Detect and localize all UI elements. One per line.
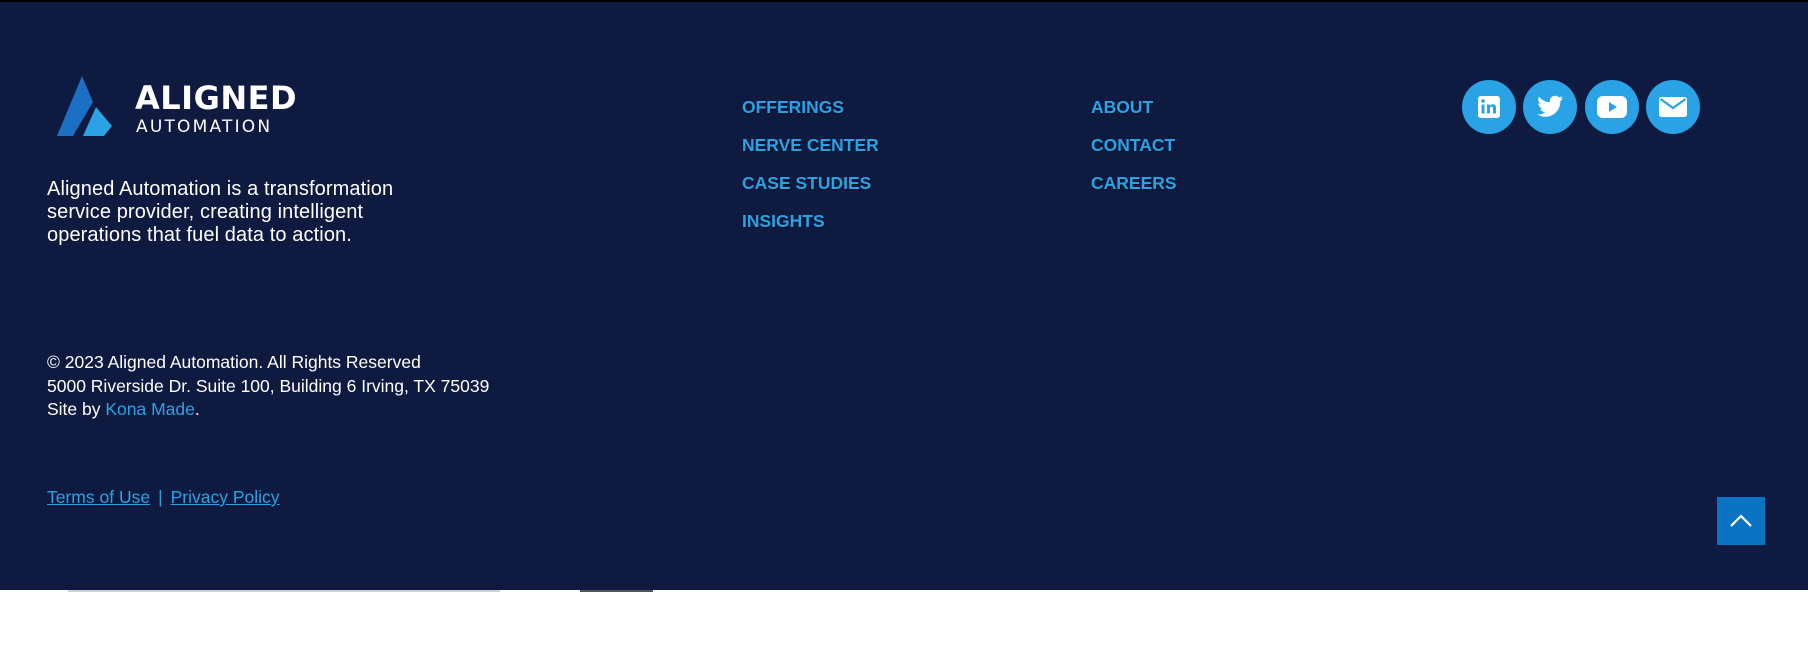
bottom-bar-mid: [580, 590, 653, 592]
brand-logo[interactable]: ALIGNED AUTOMATION: [55, 76, 298, 140]
youtube-button[interactable]: [1585, 80, 1639, 134]
policy-links: Terms of Use | Privacy Policy: [47, 487, 280, 508]
back-to-top-button[interactable]: [1717, 497, 1765, 545]
bottom-bar-left: [68, 590, 500, 592]
company-tagline: Aligned Automation is a transformation s…: [47, 178, 394, 246]
logo-text-automation: AUTOMATION: [136, 117, 273, 137]
terms-of-use-link[interactable]: Terms of Use: [47, 487, 150, 507]
email-button[interactable]: [1646, 80, 1700, 134]
youtube-icon: [1597, 96, 1627, 118]
kona-made-link[interactable]: Kona Made: [105, 399, 195, 419]
site-credit: Site by Kona Made.: [47, 398, 489, 422]
twitter-button[interactable]: [1523, 80, 1577, 134]
legal-info: © 2023 Aligned Automation. All Rights Re…: [47, 351, 489, 422]
nav-link-careers[interactable]: CAREERS: [1091, 164, 1177, 202]
nav-link-case-studies[interactable]: CASE STUDIES: [742, 164, 879, 202]
linkedin-button[interactable]: [1462, 80, 1516, 134]
chevron-up-icon: [1730, 514, 1752, 527]
site-footer: ALIGNED AUTOMATION Aligned Automation is…: [0, 2, 1808, 592]
envelope-icon: [1659, 97, 1687, 117]
nav-link-nerve-center[interactable]: NERVE CENTER: [742, 126, 879, 164]
copyright-text: © 2023 Aligned Automation. All Rights Re…: [47, 352, 421, 372]
site-credit-suffix: .: [194, 399, 200, 419]
twitter-icon: [1537, 95, 1563, 117]
footer-nav-column-1: OFFERINGS NERVE CENTER CASE STUDIES INSI…: [742, 88, 879, 240]
nav-link-about[interactable]: ABOUT: [1091, 88, 1177, 126]
site-credit-prefix: Site by: [47, 399, 106, 419]
nav-link-contact[interactable]: CONTACT: [1091, 126, 1177, 164]
footer-nav-column-2: ABOUT CONTACT CAREERS: [1091, 88, 1177, 202]
logo-mark-icon: [57, 76, 112, 136]
logo-text-aligned: ALIGNED: [135, 79, 298, 117]
nav-link-insights[interactable]: INSIGHTS: [742, 202, 879, 240]
nav-link-offerings[interactable]: OFFERINGS: [742, 88, 879, 126]
address-text: 5000 Riverside Dr. Suite 100, Building 6…: [47, 375, 490, 396]
privacy-policy-link[interactable]: Privacy Policy: [171, 487, 280, 507]
policy-separator: |: [158, 487, 163, 507]
linkedin-icon: [1478, 96, 1500, 118]
